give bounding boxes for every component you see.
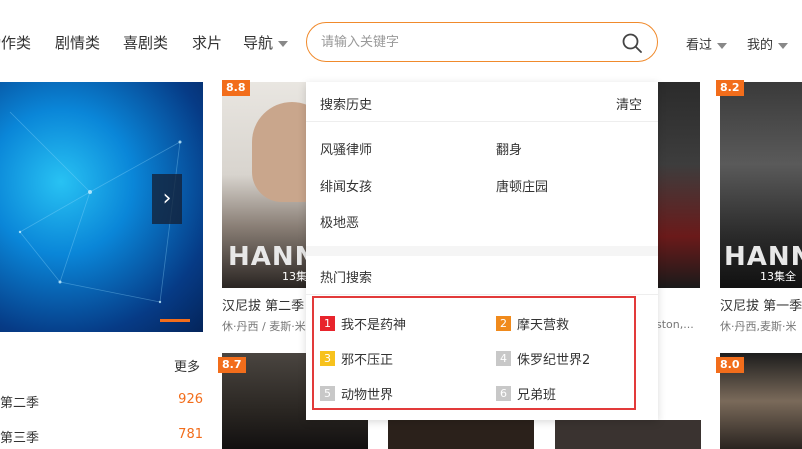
- score-badge: 8.0: [716, 357, 744, 373]
- poster-card[interactable]: [658, 82, 700, 288]
- hot-search-item[interactable]: 2 摩天营救: [496, 314, 569, 333]
- nav-drama[interactable]: 剧情类: [55, 32, 100, 53]
- hot-search-label: 我不是药神: [341, 318, 407, 333]
- hot-search-title: 热门搜索: [320, 271, 373, 286]
- hot-search-label: 兄弟班: [517, 388, 557, 403]
- watched-menu[interactable]: 看过: [686, 34, 728, 53]
- divider: [306, 294, 658, 295]
- poster-card[interactable]: [388, 420, 534, 449]
- search-box: [306, 22, 658, 62]
- clear-history-button[interactable]: 清空: [616, 94, 642, 113]
- chevron-down-icon: [278, 40, 289, 47]
- rank-count: 781: [178, 427, 203, 442]
- rank-badge: 1: [320, 316, 335, 331]
- watched-label: 看过: [686, 38, 713, 53]
- poster-title[interactable]: 汉尼拔 第一季: [720, 295, 802, 314]
- rank-title: 第二季: [0, 396, 40, 411]
- poster-image: [388, 420, 534, 449]
- chevron-down-icon: [778, 42, 789, 49]
- search-input[interactable]: [321, 32, 611, 52]
- mine-label: 我的: [747, 38, 774, 53]
- nav-comedy[interactable]: 喜剧类: [123, 32, 168, 53]
- nav-action[interactable]: 动作类: [0, 32, 31, 53]
- nav-request[interactable]: 求片: [192, 32, 222, 53]
- poster-image: [658, 82, 700, 288]
- rank-badge: 6: [496, 386, 511, 401]
- mine-menu[interactable]: 我的: [747, 34, 789, 53]
- hot-search-label: 侏罗纪世界2: [517, 353, 591, 368]
- hot-search-label: 摩天营救: [517, 318, 570, 333]
- poster-image: [555, 420, 701, 449]
- hot-search-item[interactable]: 5 动物世界: [320, 384, 393, 403]
- episode-count: 13集全: [760, 270, 796, 283]
- poster-card[interactable]: [555, 420, 701, 449]
- hot-search-highlight: 1 我不是药神 2 摩天营救 3 邪不压正 4 侏罗纪世界2 5 动物世界 6 兄弟班: [312, 296, 636, 410]
- score-badge: 8.8: [222, 80, 250, 96]
- nav-guide[interactable]: 导航: [243, 32, 289, 53]
- hot-search-item[interactable]: 1 我不是药神: [320, 314, 406, 333]
- rank-count: 926: [178, 392, 203, 407]
- section-gap: [306, 246, 658, 256]
- rank-item[interactable]: 第三季 781: [0, 427, 203, 446]
- hot-search-label: 邪不压正: [341, 353, 394, 368]
- rank-badge: 5: [320, 386, 335, 401]
- rank-badge: 4: [496, 351, 511, 366]
- search-history-title: 搜索历史: [320, 98, 373, 113]
- chevron-right-icon: ›: [162, 186, 172, 211]
- score-badge: 8.2: [716, 80, 744, 96]
- hot-search-label: 动物世界: [341, 388, 394, 403]
- history-item[interactable]: 绯闻女孩: [320, 176, 372, 195]
- poster-subtitle: ston,...: [656, 318, 694, 331]
- history-item[interactable]: 风骚律师: [320, 139, 372, 158]
- history-item[interactable]: 翻身: [496, 139, 522, 158]
- hot-search-item[interactable]: 4 侏罗纪世界2: [496, 349, 590, 368]
- search-icon[interactable]: [621, 32, 643, 54]
- banner-indicator[interactable]: [160, 319, 190, 322]
- more-link[interactable]: 更多: [174, 356, 200, 375]
- search-dropdown: 搜索历史 清空 风骚律师 翻身 绯闻女孩 唐顿庄园 极地恶 热门搜索 1 我不是药…: [306, 82, 658, 420]
- chevron-down-icon: [717, 42, 728, 49]
- rank-badge: 2: [496, 316, 511, 331]
- rank-title: 第三季: [0, 431, 40, 446]
- poster-subtitle: 休·丹西,麦斯·米: [720, 320, 797, 333]
- rank-badge: 3: [320, 351, 335, 366]
- divider: [306, 121, 658, 122]
- score-badge: 8.7: [218, 357, 246, 373]
- nav-guide-label: 导航: [243, 34, 274, 52]
- poster-card[interactable]: HANN 13集全: [720, 82, 802, 288]
- banner-next-button[interactable]: ›: [152, 174, 182, 224]
- hot-search-item[interactable]: 3 邪不压正: [320, 349, 393, 368]
- rank-item[interactable]: 第二季 926: [0, 392, 203, 411]
- hot-search-item[interactable]: 6 兄弟班: [496, 384, 556, 403]
- top-nav: 动作类 剧情类 喜剧类 求片 导航 看过 我的: [0, 0, 802, 82]
- history-item[interactable]: 极地恶: [320, 212, 359, 231]
- history-item[interactable]: 唐顿庄园: [496, 176, 548, 195]
- page: 动作类 剧情类 喜剧类 求片 导航 看过 我的: [0, 0, 802, 449]
